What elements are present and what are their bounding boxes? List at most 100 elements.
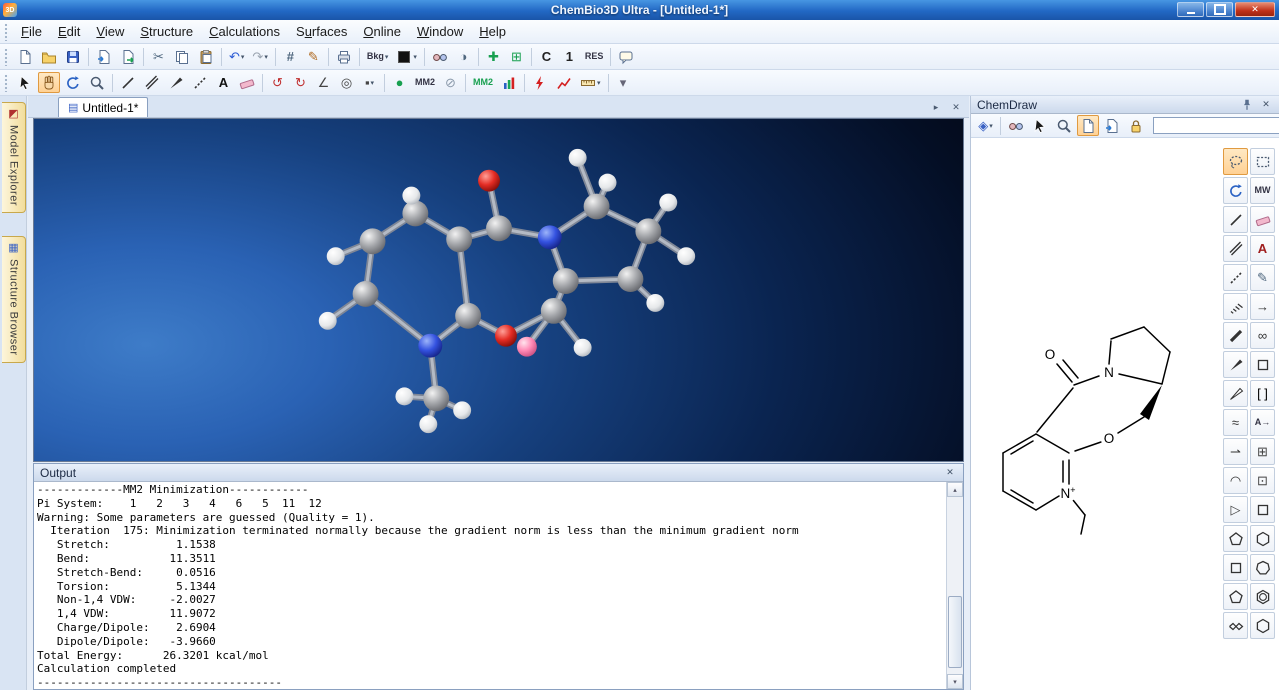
stop-calculation-button[interactable]: ⊘ [440, 72, 461, 93]
display-mode-button[interactable]: # [280, 46, 301, 67]
title-bar[interactable]: 3D ChemBio3D Ultra - [Untitled-1*] ✕ [0, 0, 1279, 20]
show-atom-symbols-button[interactable]: C [536, 46, 557, 67]
rotate-left-button[interactable]: ↺ [267, 72, 288, 93]
eraser-2d-tool[interactable] [1250, 206, 1275, 233]
toolbar-overflow-button[interactable]: ▾ [613, 72, 634, 93]
rectangle-tool[interactable] [1250, 351, 1275, 378]
background-color-button[interactable]: Bkg ▾ [364, 46, 392, 67]
bracket-tool[interactable]: [ ] [1250, 380, 1275, 407]
menu-help[interactable]: Help [471, 21, 514, 42]
eraser-tool[interactable] [236, 72, 258, 93]
text-2d-tool[interactable]: A [1250, 235, 1275, 262]
element-list-button[interactable]: ◈ ▾ [975, 115, 996, 136]
double-bond-tool[interactable] [141, 72, 163, 93]
marquee-tool[interactable] [1250, 148, 1275, 175]
scale-dropdown[interactable]: ▪ ▾ [359, 72, 380, 93]
scroll-tabs-icon[interactable]: ▸ [928, 99, 944, 115]
sidebar-tab-structure-browser[interactable]: ▦ Structure Browser [2, 236, 26, 363]
mm2-dynamics-button[interactable]: MM2 [470, 72, 496, 93]
chemdraw-canvas[interactable]: O N O N+ MW A ✎ → ∞[ ] ≈ A→ ⇀ ⊞ ◠ ⊡ ▷ [971, 142, 1279, 690]
menu-file[interactable]: File [13, 21, 50, 42]
lasso-tool[interactable] [1223, 148, 1248, 175]
molecule-3d[interactable] [34, 119, 963, 461]
cyclopentane-ring-tool[interactable] [1223, 525, 1248, 552]
menu-structure[interactable]: Structure [132, 21, 201, 42]
close-document-icon[interactable]: ✕ [948, 99, 964, 115]
multiple-bond-tool[interactable] [1223, 235, 1248, 262]
save-button[interactable] [62, 46, 84, 67]
mm2-minimize-button[interactable]: MM2 [412, 72, 438, 93]
annotation-pen-button[interactable]: ✎ [303, 46, 324, 67]
bold-bond-tool[interactable] [1223, 322, 1248, 349]
scroll-down-icon[interactable]: ▾ [947, 674, 963, 689]
hollow-wedge-tool[interactable] [1223, 380, 1248, 407]
formula-weight-tool[interactable]: MW [1250, 177, 1275, 204]
cyclobutane-ring-tool[interactable] [1223, 554, 1248, 581]
atom-map-tool[interactable]: A→ [1250, 409, 1275, 436]
text-build-tool[interactable]: A [213, 72, 234, 93]
benzene-ring-tool[interactable] [1250, 583, 1275, 610]
chemdraw-name-input[interactable] [1153, 117, 1279, 134]
toolbar-grip[interactable] [4, 73, 9, 92]
dative-bond-tool[interactable]: ⇀ [1223, 438, 1248, 465]
orbital-tool[interactable]: ∞ [1250, 322, 1275, 349]
wavy-bond-tool[interactable]: ≈ [1223, 409, 1248, 436]
zoom-link-button[interactable] [1053, 115, 1075, 136]
rotate-2d-tool[interactable] [1223, 177, 1248, 204]
menu-surfaces[interactable]: Surfaces [288, 21, 355, 42]
link-lock-button[interactable] [1125, 115, 1147, 136]
import-file-button[interactable] [93, 46, 115, 67]
cut-button[interactable]: ✂ [148, 46, 169, 67]
single-bond-tool[interactable] [117, 72, 139, 93]
toolbar-grip[interactable] [4, 47, 9, 66]
template-tool[interactable]: ▷ [1223, 496, 1248, 523]
cyclohexane-ring-tool[interactable] [1250, 525, 1275, 552]
pointer-2d-button[interactable] [1029, 115, 1051, 136]
frame-tool[interactable]: ⊡ [1250, 467, 1275, 494]
depth-cue-button[interactable]: ◑ [453, 46, 474, 67]
zoom-view-tool[interactable] [86, 72, 108, 93]
dashed-bond-tool[interactable] [189, 72, 211, 93]
arrow-tool[interactable]: → [1250, 293, 1275, 320]
document-tab[interactable]: ▤ Untitled-1* [58, 97, 149, 117]
export-file-button[interactable] [117, 46, 139, 67]
table-tool[interactable]: ⊞ [1250, 438, 1275, 465]
live-link-button[interactable] [1077, 115, 1099, 136]
arc-tool[interactable]: ◠ [1223, 467, 1248, 494]
fit-model-button[interactable]: ⊞ [506, 46, 527, 67]
open-button[interactable] [38, 46, 60, 67]
select-tool[interactable] [14, 72, 36, 93]
show-serial-numbers-button[interactable]: 1 [559, 46, 580, 67]
menu-view[interactable]: View [88, 21, 132, 42]
molecule-2d[interactable]: ONON+ [971, 142, 1224, 690]
chemdraw-panel-header[interactable]: ChemDraw ✕ [971, 96, 1279, 114]
square-ring-tool[interactable] [1250, 496, 1275, 523]
dashed-bond-2d-tool[interactable] [1223, 264, 1248, 291]
rotate-view-tool[interactable] [62, 72, 84, 93]
output-close-icon[interactable]: ✕ [943, 466, 957, 480]
menu-window[interactable]: Window [409, 21, 471, 42]
calculation-status-icon[interactable]: ● [389, 72, 410, 93]
chart-button[interactable] [498, 72, 520, 93]
redo-button[interactable]: ↷ ▾ [249, 46, 270, 67]
toolbar-grip[interactable] [4, 22, 9, 41]
abort-calculation-button[interactable] [529, 72, 551, 93]
color-swatch-button[interactable]: ▾ [393, 46, 420, 67]
sidebar-tab-model-explorer[interactable]: ◩ Model Explorer [2, 102, 26, 213]
menu-edit[interactable]: Edit [50, 21, 88, 42]
move-tool[interactable]: ◎ [336, 72, 357, 93]
annotation-callout-button[interactable] [615, 46, 637, 67]
solid-bond-tool[interactable] [1223, 206, 1248, 233]
measurements-button[interactable]: ▾ [577, 72, 604, 93]
menu-calculations[interactable]: Calculations [201, 21, 288, 42]
undo-button[interactable]: ↶ ▾ [226, 46, 247, 67]
energy-plot-button[interactable] [553, 72, 575, 93]
rotate-right-button[interactable]: ↻ [290, 72, 311, 93]
minimize-button[interactable] [1177, 2, 1204, 17]
pin-icon[interactable] [1240, 98, 1254, 112]
output-panel-header[interactable]: Output ✕ [34, 464, 963, 482]
print-button[interactable] [333, 46, 355, 67]
chair-ring-tool[interactable] [1223, 612, 1248, 639]
scrollbar-thumb[interactable] [948, 595, 962, 668]
dihedral-tool[interactable]: ∠ [313, 72, 334, 93]
